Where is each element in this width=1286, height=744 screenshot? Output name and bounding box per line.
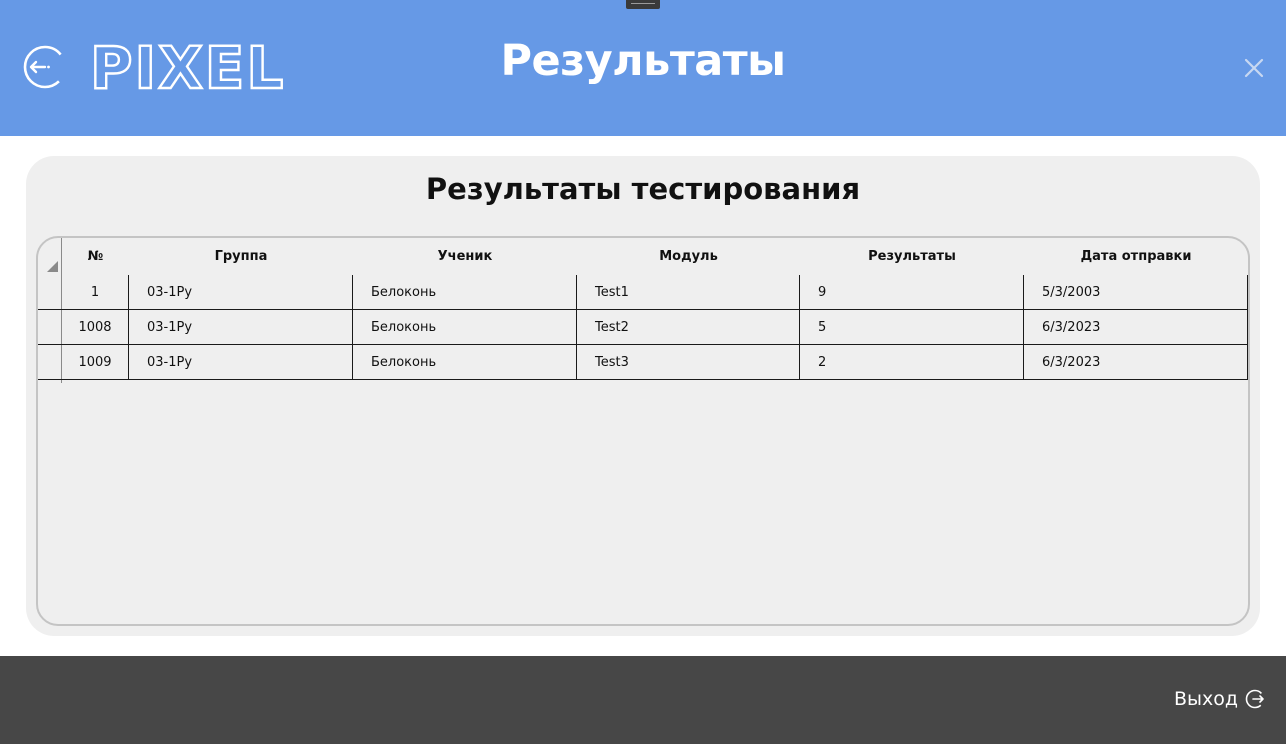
cell-result[interactable]: 2 xyxy=(800,345,1024,380)
column-header-results[interactable]: Результаты xyxy=(800,238,1024,275)
row-header[interactable] xyxy=(38,275,62,310)
close-button[interactable] xyxy=(1242,56,1266,80)
column-header-date[interactable]: Дата отправки xyxy=(1024,238,1248,275)
cell-group[interactable]: 03-1Ру xyxy=(129,275,353,310)
app-footer: Выход xyxy=(0,656,1286,744)
window-grip-icon[interactable] xyxy=(626,0,660,9)
cell-result[interactable]: 9 xyxy=(800,275,1024,310)
cell-module[interactable]: Test3 xyxy=(577,345,800,380)
close-icon xyxy=(1244,58,1264,78)
column-header-group[interactable]: Группа xyxy=(129,238,353,275)
cell-date[interactable]: 6/3/2023 xyxy=(1024,310,1248,345)
cell-student[interactable]: Белоконь xyxy=(353,310,577,345)
cell-module[interactable]: Test1 xyxy=(577,275,800,310)
select-all-corner[interactable] xyxy=(47,261,58,272)
cell-group[interactable]: 03-1Ру xyxy=(129,345,353,380)
cell-module[interactable]: Test2 xyxy=(577,310,800,345)
cell-student[interactable]: Белоконь xyxy=(353,345,577,380)
column-header-module[interactable]: Модуль xyxy=(577,238,800,275)
cell-date[interactable]: 5/3/2003 xyxy=(1024,275,1248,310)
results-table[interactable]: № Группа Ученик Модуль Результаты Дата о… xyxy=(36,236,1250,626)
results-panel: Результаты тестирования № Группа Ученик … xyxy=(26,156,1260,636)
row-header[interactable] xyxy=(38,345,62,380)
app-header: PIXEL Результаты xyxy=(0,0,1286,136)
column-header-student[interactable]: Ученик xyxy=(353,238,577,275)
cell-student[interactable]: Белоконь xyxy=(353,275,577,310)
exit-icon xyxy=(1245,689,1265,709)
cell-date[interactable]: 6/3/2023 xyxy=(1024,345,1248,380)
column-header-number[interactable]: № xyxy=(62,238,129,275)
cell-number[interactable]: 1 xyxy=(62,275,129,310)
exit-label: Выход xyxy=(1173,688,1238,710)
row-header[interactable] xyxy=(38,310,62,345)
exit-button[interactable]: Выход xyxy=(1174,688,1266,710)
panel-title: Результаты тестирования xyxy=(425,172,861,206)
cell-number[interactable]: 1009 xyxy=(62,345,129,380)
cell-group[interactable]: 03-1Ру xyxy=(129,310,353,345)
cell-number[interactable]: 1008 xyxy=(62,310,129,345)
page-title: Результаты xyxy=(500,36,786,86)
cell-result[interactable]: 5 xyxy=(800,310,1024,345)
